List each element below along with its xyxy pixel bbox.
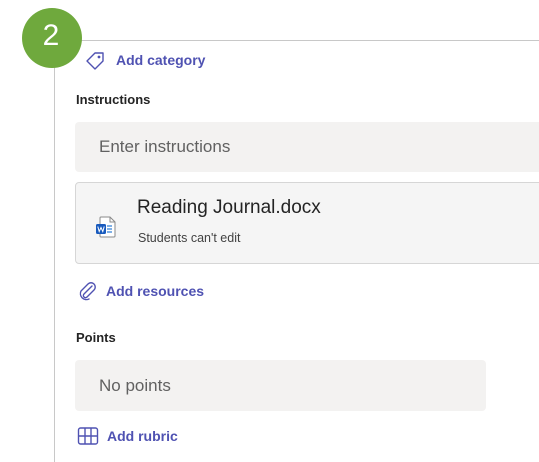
points-input[interactable]: No points [75,360,486,411]
top-divider [54,40,539,41]
step-badge: 2 [22,8,82,68]
add-category-label: Add category [116,52,206,68]
word-doc-icon [94,215,118,239]
tag-icon [84,50,106,70]
add-resources-label: Add resources [106,283,205,299]
resource-permission: Students can't edit [138,231,241,245]
add-rubric-label: Add rubric [107,428,178,444]
points-label: Points [76,330,116,345]
grid-icon [77,426,99,446]
step-number: 2 [42,19,60,52]
left-divider [54,40,55,462]
resource-file-name: Reading Journal.docx [137,197,321,218]
instructions-label: Instructions [76,92,151,107]
resource-file-card[interactable]: Reading Journal.docx Students can't edit [75,182,539,264]
add-category-button[interactable]: Add category [84,50,205,70]
instructions-input[interactable]: Enter instructions [75,122,539,172]
paperclip-icon [76,280,98,302]
points-value: No points [99,375,171,395]
add-resources-button[interactable]: Add resources [76,280,204,302]
add-rubric-button[interactable]: Add rubric [77,426,178,446]
instructions-placeholder: Enter instructions [99,137,231,156]
